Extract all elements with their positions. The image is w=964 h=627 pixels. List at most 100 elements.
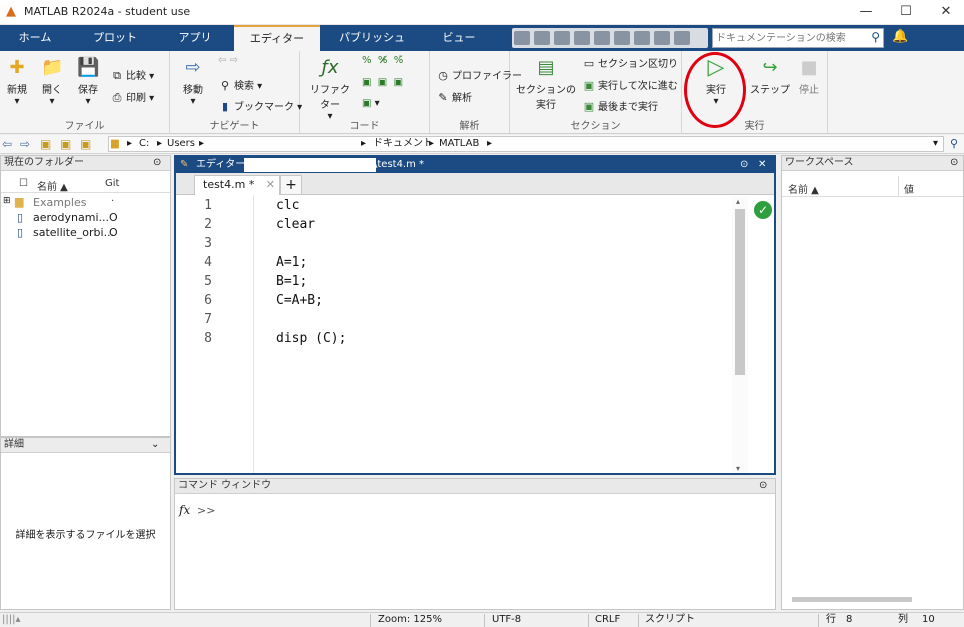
print-button[interactable]: ⎙ 印刷 ▾ (110, 89, 155, 105)
cut-icon[interactable] (534, 31, 550, 45)
step-button[interactable]: ↪ ステップ (750, 57, 790, 96)
undo-icon[interactable] (594, 31, 610, 45)
path-segment-users[interactable]: Users (167, 137, 195, 151)
tab-publish[interactable]: パブリッシュ (330, 25, 414, 51)
column-git[interactable]: Git (105, 178, 119, 189)
function-hints-button[interactable]: ▣ ▾ (362, 98, 380, 109)
editor-menu-icon[interactable]: ⊙ (740, 157, 748, 173)
editor-scrollbar[interactable]: ▴ ▾ (732, 197, 748, 473)
close-button[interactable]: ✕ (926, 2, 964, 22)
refactor-button[interactable]: ƒx リファクター ▾ (306, 57, 354, 122)
tab-close-icon[interactable]: ✕ (266, 176, 275, 194)
fx-icon[interactable]: fx (179, 503, 190, 517)
path-search-icon[interactable]: ⚲ (950, 137, 958, 150)
workspace-title: ワークスペース (782, 156, 963, 171)
panel-menu-icon[interactable]: ⊙ (153, 157, 161, 168)
code-analyzer-ok-icon[interactable]: ✓ (754, 201, 772, 219)
m-file-icon: ▯ (17, 211, 24, 224)
column-name[interactable]: 名前 ▲ (37, 178, 68, 193)
path-segment-drive[interactable]: C: (139, 137, 149, 151)
bookmark-button[interactable]: ▮ ブックマーク ▾ (218, 98, 302, 113)
open-button[interactable]: 📁 開く ▾ (38, 57, 66, 107)
copy-icon[interactable] (554, 31, 570, 45)
find-button[interactable]: ⚲ 検索 ▾ (218, 77, 262, 92)
list-item[interactable]: ▯ satellite_orbi... O (3, 226, 168, 240)
column-value[interactable]: 値 (904, 181, 914, 196)
editor-close-icon[interactable]: ✕ (758, 157, 766, 173)
tab-view[interactable]: ビュー (424, 25, 494, 51)
search-icon[interactable]: ⚲ (871, 30, 880, 44)
minimize-button[interactable]: — (846, 2, 886, 22)
item-git: O (109, 226, 118, 239)
run-section-button[interactable]: ▤ セクションの 実行 (516, 57, 576, 111)
browse-folder-icon[interactable]: ▣ (60, 137, 71, 151)
code-line: B=1; (276, 274, 308, 289)
analyze-group: ◷ プロファイラー ✎ 解析 解析 (430, 51, 522, 134)
new-tab-button[interactable]: + (280, 175, 302, 195)
redo-icon[interactable] (614, 31, 630, 45)
goto-label: 移動 (183, 85, 203, 96)
editor-file-tab[interactable]: test4.m * ✕ (194, 175, 280, 195)
compare-button[interactable]: ⧉ 比較 ▾ (110, 67, 154, 83)
scrollbar-thumb[interactable] (735, 209, 745, 375)
save-button[interactable]: 💾 保存 ▾ (74, 57, 102, 107)
save-icon[interactable] (514, 31, 530, 45)
run-and-advance-button[interactable]: ▣ 実行して次に進む (582, 77, 678, 92)
tab-home[interactable]: ホーム (0, 25, 70, 51)
workspace-hscroll-thumb[interactable] (792, 597, 912, 602)
tab-editor[interactable]: エディター (234, 25, 320, 51)
item-name: aerodynami... (33, 211, 109, 224)
status-file-type: スクリプト (645, 614, 695, 625)
run-advance-icon: ▣ (583, 79, 595, 92)
panel-menu-icon[interactable]: ⊙ (950, 157, 958, 168)
expand-icon[interactable]: ⊞ (3, 196, 11, 206)
item-git: O (109, 211, 118, 224)
path-dropdown-icon[interactable]: ▾ (933, 137, 938, 151)
notification-bell-icon[interactable]: 🔔 (892, 29, 908, 44)
printer-icon: ⎙ (112, 91, 122, 104)
paste-icon[interactable] (574, 31, 590, 45)
list-item[interactable]: ▯ aerodynami... O (3, 211, 168, 225)
column-checkbox[interactable]: ☐ (19, 178, 28, 189)
goto-button[interactable]: ⇨ 移動 ▾ (178, 57, 208, 107)
stop-button[interactable]: ■ 停止 (794, 57, 824, 96)
forward-arrow-icon[interactable]: ⇨ (20, 137, 30, 151)
command-window-title: コマンド ウィンドウ (175, 479, 775, 494)
new-button[interactable]: ✚ 新規 ▾ (4, 57, 30, 107)
switch-windows-icon[interactable] (634, 31, 650, 45)
search-input[interactable] (713, 29, 863, 47)
up-folder-icon[interactable]: ▣ (40, 137, 51, 151)
details-message: 詳細を表示するファイルを選択 (15, 530, 156, 541)
path-field[interactable]: ▆ ▸ C: ▸ Users ▸ ▸ ドキュメント ▸ MATLAB ▸ ▾ (108, 136, 944, 152)
chevron-down-icon[interactable]: ⌄ (151, 439, 159, 450)
analyze-button[interactable]: ✎ 解析 (436, 89, 472, 104)
indent-buttons[interactable]: ▣ ▣ ▣ (362, 77, 403, 88)
section-break-button[interactable]: ▭ セクション区切り (582, 55, 678, 70)
path-redacted (209, 137, 357, 151)
back-arrow-icon[interactable]: ⇦ (2, 137, 12, 151)
help-icon[interactable] (654, 31, 670, 45)
panel-menu-icon[interactable]: ⊙ (759, 480, 767, 491)
back-forward-buttons[interactable]: ⇦ ⇨ (218, 55, 238, 66)
command-input[interactable] (215, 501, 771, 601)
maximize-button[interactable]: ☐ (886, 2, 926, 22)
window-title: MATLAB R2024a - student use (24, 5, 191, 18)
path-segment-documents[interactable]: ドキュメント (373, 137, 433, 151)
compare-label: 比較 (126, 71, 146, 82)
column-name[interactable]: 名前 ▲ (788, 181, 819, 196)
details-panel: 詳細 ⌄ 詳細を表示するファイルを選択 (0, 437, 171, 610)
expand-icon[interactable] (674, 31, 690, 45)
comment-buttons[interactable]: % %̸ %̃ (362, 55, 403, 66)
tab-apps[interactable]: アプリ (160, 25, 230, 51)
path-segment-matlab[interactable]: MATLAB (439, 137, 479, 151)
status-row: 8 (846, 614, 853, 625)
code-area[interactable]: clc clear A=1; B=1; C=A+B; disp (C); (176, 195, 732, 473)
bookmark-label: ブックマーク (234, 102, 294, 113)
new-label: 新規 (7, 85, 27, 96)
tab-plots[interactable]: プロット (80, 25, 150, 51)
find-folder-icon[interactable]: ▣ (80, 137, 91, 151)
address-bar: ⇦ ⇨ ▣ ▣ ▣ ▆ ▸ C: ▸ Users ▸ ▸ ドキュメント ▸ MA… (0, 135, 964, 154)
goto-arrow-icon: ⇨ (185, 57, 201, 78)
run-to-end-button[interactable]: ▣ 最後まで実行 (582, 98, 658, 113)
list-item[interactable]: ⊞ ▆ Examples (3, 195, 168, 210)
